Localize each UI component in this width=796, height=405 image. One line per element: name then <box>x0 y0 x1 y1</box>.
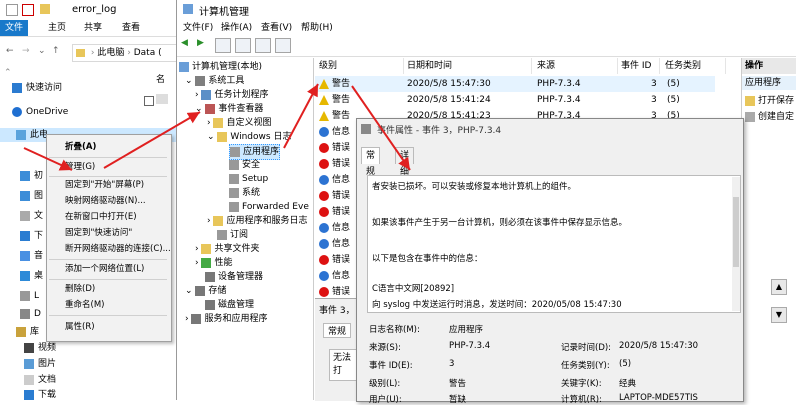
arrow-to-warning <box>283 83 319 149</box>
arrow-to-manage <box>23 147 73 171</box>
arrow-to-event-viewer <box>103 111 201 169</box>
arrow-to-dialog <box>351 85 411 171</box>
annotation-arrows <box>23 83 411 171</box>
